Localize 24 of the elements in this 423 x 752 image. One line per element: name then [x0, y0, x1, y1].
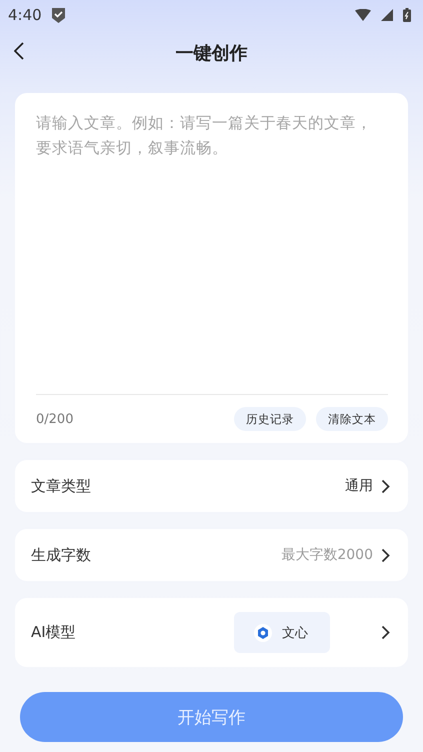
setting-label: 生成字数 — [31, 546, 92, 564]
setting-label: AI模型 — [31, 623, 77, 642]
character-counter: 0/200 — [36, 412, 74, 426]
page-title: 一键创作 — [176, 42, 248, 65]
status-time: 4:40 — [8, 6, 42, 24]
hexagon-logo-icon — [254, 624, 272, 642]
model-name: 文心 — [282, 624, 308, 642]
article-editor[interactable]: 请输入文章。例如：请写一篇关于春天的文章，要求语气亲切，叙事流畅。 0/200 历史记录 清除文本 — [15, 93, 408, 443]
shield-icon — [52, 8, 65, 22]
model-chip[interactable]: 文心 — [234, 612, 330, 653]
signal-icon — [381, 9, 393, 21]
editor-action-button[interactable]: 清除文本 — [316, 407, 388, 431]
chevron-right-icon — [381, 625, 390, 640]
battery-icon — [403, 8, 411, 22]
setting-label: 文章类型 — [31, 476, 92, 496]
editor-action-button[interactable]: 历史记录 — [234, 407, 306, 431]
setting-row[interactable]: 文章类型 通用 — [15, 460, 408, 512]
chevron-right-icon — [381, 478, 390, 494]
setting-value: 通用 — [345, 477, 373, 495]
chevron-right-icon — [381, 548, 390, 562]
setting-row[interactable]: AI模型 文心 — [15, 598, 408, 667]
wifi-icon — [355, 9, 371, 21]
setting-value: 最大字数2000 — [281, 546, 373, 564]
setting-row[interactable]: 生成字数 最大字数2000 — [15, 529, 408, 581]
